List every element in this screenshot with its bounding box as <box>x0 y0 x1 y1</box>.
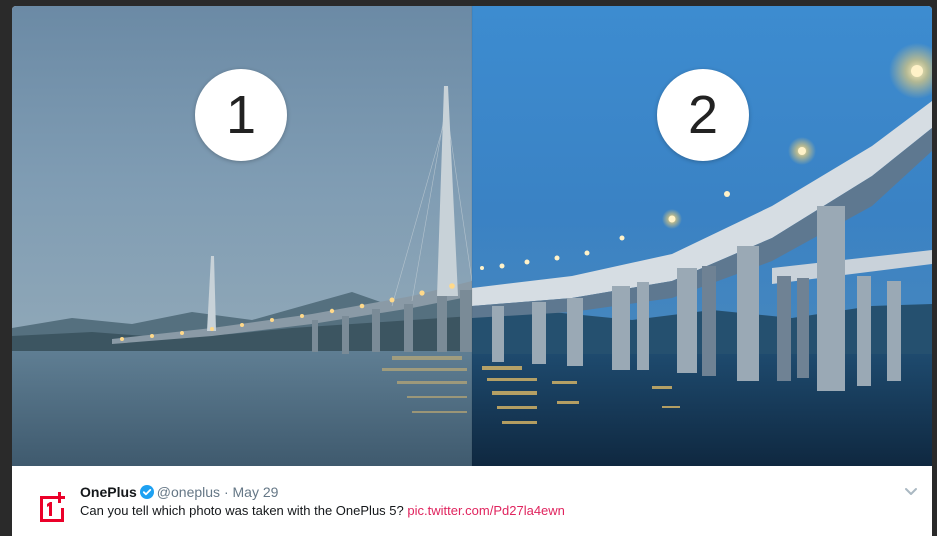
photo-label-1: 1 <box>195 69 287 161</box>
tweet-text: Can you tell which photo was taken with … <box>80 503 565 518</box>
photo-label-2: 2 <box>657 69 749 161</box>
chevron-down-icon[interactable] <box>904 484 918 495</box>
author-name[interactable]: OnePlus <box>80 484 137 500</box>
oneplus-logo-icon[interactable] <box>38 492 66 522</box>
tweet-body: OnePlus @oneplus · May 29 Can you tell wh… <box>12 466 932 536</box>
tweet-photo[interactable]: 1 2 <box>12 6 932 466</box>
verified-badge-icon <box>139 485 154 502</box>
tweet-card: 1 2 OnePlus @oneplus · May 29 Can you tel… <box>12 6 932 536</box>
tweet-header: OnePlus @oneplus · May 29 <box>80 484 278 502</box>
tweet-media-link[interactable]: pic.twitter.com/Pd27la4ewn <box>407 503 565 518</box>
bridge-comparison-image <box>12 6 932 466</box>
author-handle[interactable]: @oneplus <box>157 484 220 500</box>
tweet-date[interactable]: May 29 <box>233 484 279 500</box>
meta-separator: · <box>223 484 229 500</box>
tweet-text-content: Can you tell which photo was taken with … <box>80 503 404 518</box>
